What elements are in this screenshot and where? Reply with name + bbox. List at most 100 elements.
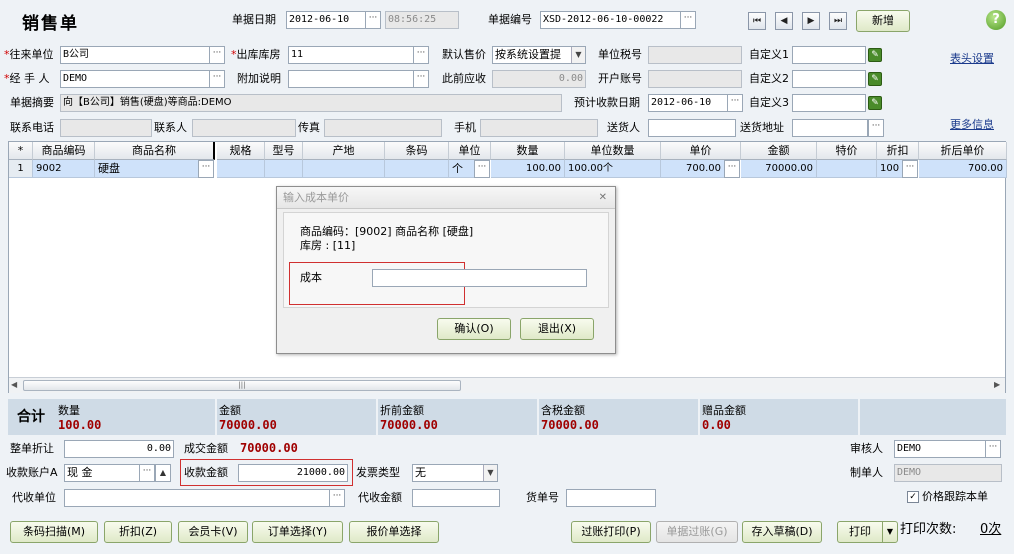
partner-picker-button[interactable]: ··· xyxy=(209,46,225,64)
address-input[interactable] xyxy=(792,119,868,137)
help-icon[interactable]: ? xyxy=(986,10,1006,30)
close-icon[interactable]: ✕ xyxy=(599,192,607,203)
track-price-checkbox[interactable]: ✓ xyxy=(907,491,919,503)
address-picker-button[interactable]: ··· xyxy=(868,119,884,137)
warehouse-picker-button[interactable]: ··· xyxy=(413,46,429,64)
note-input[interactable] xyxy=(288,70,414,88)
grid-header-discount[interactable]: 折扣 xyxy=(877,142,919,160)
collect-unit-picker-button[interactable]: ··· xyxy=(329,489,345,507)
barcode-scan-button[interactable]: 条码扫描(M) xyxy=(10,521,98,543)
grid-header-special[interactable]: 特价 xyxy=(817,142,877,160)
row-model[interactable] xyxy=(265,160,303,178)
bill-discount-input[interactable]: 0.00 xyxy=(64,440,174,458)
row-name[interactable]: 硬盘 xyxy=(95,160,199,178)
number-input[interactable]: XSD-2012-06-10-00022 xyxy=(540,11,681,29)
account-up-icon[interactable]: ▲ xyxy=(155,464,171,482)
save-draft-button[interactable]: 存入草稿(D) xyxy=(742,521,822,543)
account-input[interactable]: 现 金 xyxy=(64,464,140,482)
row-unit-picker-button[interactable]: ··· xyxy=(474,160,490,178)
row-special[interactable] xyxy=(817,160,877,178)
account-picker-button[interactable]: ··· xyxy=(139,464,155,482)
received-input[interactable]: 21000.00 xyxy=(238,464,348,482)
row-origin[interactable] xyxy=(303,160,385,178)
warehouse-input[interactable]: 11 xyxy=(288,46,414,64)
custom1-input[interactable] xyxy=(792,46,866,64)
grid-header-spec[interactable]: 规格 xyxy=(217,142,265,160)
prev-record-icon[interactable]: ◀ xyxy=(775,12,793,30)
grid-header-code[interactable]: 商品编码 xyxy=(33,142,95,160)
scroll-right-icon[interactable]: ▶ xyxy=(994,380,1000,389)
row-unit-qty[interactable]: 100.00个 xyxy=(565,160,661,178)
auditor-input[interactable]: DEMO xyxy=(894,440,986,458)
chevron-down-icon[interactable]: ▼ xyxy=(571,47,585,63)
first-record-icon[interactable]: ⏮ xyxy=(748,12,766,30)
custom2-input[interactable] xyxy=(792,70,866,88)
settings-icon[interactable]: ✎ xyxy=(868,96,882,110)
chevron-down-icon[interactable]: ▼ xyxy=(483,465,497,481)
date-picker-button[interactable]: ··· xyxy=(365,11,381,29)
row-price-picker-button[interactable]: ··· xyxy=(724,160,740,178)
partner-input[interactable]: B公司 xyxy=(60,46,210,64)
print-button[interactable]: 打印 xyxy=(837,521,883,543)
last-record-icon[interactable]: ⏭ xyxy=(829,12,847,30)
grid-header-qty[interactable]: 数量 xyxy=(491,142,565,160)
auditor-picker-button[interactable]: ··· xyxy=(985,440,1001,458)
grid-header-name[interactable]: 商品名称 xyxy=(95,142,215,160)
exit-button[interactable]: 退出(X) xyxy=(520,318,594,340)
grid-header-discounted-price[interactable]: 折后单价 xyxy=(919,142,1007,160)
row-discounted-price[interactable]: 700.00 xyxy=(919,160,1007,178)
row-amount[interactable]: 70000.00 xyxy=(741,160,817,178)
grid-header-barcode[interactable]: 条码 xyxy=(385,142,449,160)
custom3-input[interactable] xyxy=(792,94,866,112)
number-picker-button[interactable]: ··· xyxy=(680,11,696,29)
handler-picker-button[interactable]: ··· xyxy=(209,70,225,88)
row-name-picker-button[interactable]: ··· xyxy=(198,160,214,178)
row-barcode[interactable] xyxy=(385,160,449,178)
collect-amount-input[interactable] xyxy=(412,489,500,507)
row-unit[interactable]: 个 xyxy=(449,160,475,178)
handler-input[interactable]: DEMO xyxy=(60,70,210,88)
dialog-warehouse-info: 库房 : [11] xyxy=(300,239,356,252)
date-input[interactable]: 2012-06-10 xyxy=(286,11,366,29)
cost-price-dialog[interactable]: 输入成本单价 ✕ 商品编码：[9002] 商品名称 [硬盘] 库房 : [11]… xyxy=(276,186,616,354)
note-picker-button[interactable]: ··· xyxy=(413,70,429,88)
quote-select-button[interactable]: 报价单选择 xyxy=(349,521,439,543)
row-qty[interactable]: 100.00 xyxy=(491,160,565,178)
grid-header-unit-qty[interactable]: 单位数量 xyxy=(565,142,661,160)
next-record-icon[interactable]: ▶ xyxy=(802,12,820,30)
print-menu-icon[interactable]: ▼ xyxy=(882,521,898,543)
summary-input[interactable]: 向【B公司】销售(硬盘)等商品:DEMO xyxy=(60,94,562,112)
discount-button[interactable]: 折扣(Z) xyxy=(104,521,172,543)
confirm-button[interactable]: 确认(O) xyxy=(437,318,511,340)
summary-label: 单据摘要 xyxy=(10,96,54,109)
row-code[interactable]: 9002 xyxy=(33,160,95,178)
grid-header-model[interactable]: 型号 xyxy=(265,142,303,160)
scroll-left-icon[interactable]: ◀ xyxy=(11,380,17,389)
scroll-thumb[interactable]: ||| xyxy=(23,380,461,391)
header-settings-link[interactable]: 表头设置 xyxy=(950,51,994,67)
grid-header-origin[interactable]: 产地 xyxy=(303,142,385,160)
row-discount-picker-button[interactable]: ··· xyxy=(902,160,918,178)
cost-input[interactable] xyxy=(372,269,587,287)
row-spec[interactable] xyxy=(217,160,265,178)
post-print-button[interactable]: 过账打印(P) xyxy=(571,521,651,543)
due-date-picker-button[interactable]: ··· xyxy=(727,94,743,112)
member-card-button[interactable]: 会员卡(V) xyxy=(178,521,248,543)
horizontal-scrollbar[interactable]: ◀ ||| ▶ xyxy=(9,377,1005,393)
row-discount[interactable]: 100 xyxy=(877,160,903,178)
due-date-input[interactable]: 2012-06-10 xyxy=(648,94,728,112)
grid-header-unit[interactable]: 单位 xyxy=(449,142,491,160)
grid-header-amount[interactable]: 金额 xyxy=(741,142,817,160)
collect-unit-input[interactable] xyxy=(64,489,330,507)
waybill-input[interactable] xyxy=(566,489,656,507)
custom2-label: 自定义2 xyxy=(749,72,789,85)
more-info-link[interactable]: 更多信息 xyxy=(950,117,994,133)
order-select-button[interactable]: 订单选择(Y) xyxy=(252,521,343,543)
settings-icon[interactable]: ✎ xyxy=(868,48,882,62)
totals-label: 合计 xyxy=(8,399,54,435)
add-button[interactable]: 新增 xyxy=(856,10,910,32)
grid-header-price[interactable]: 单价 xyxy=(661,142,741,160)
settings-icon[interactable]: ✎ xyxy=(868,72,882,86)
deliverer-input[interactable] xyxy=(648,119,736,137)
row-price[interactable]: 700.00 xyxy=(661,160,725,178)
